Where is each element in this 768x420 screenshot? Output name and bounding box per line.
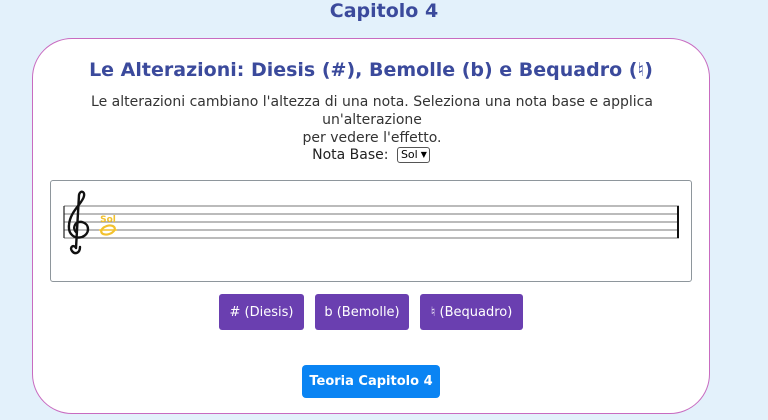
- staff-panel: Sol: [50, 180, 692, 282]
- description: Le alterazioni cambiano l'altezza di una…: [55, 93, 689, 147]
- music-staff: Sol: [63, 190, 679, 255]
- lesson-card: Le Alterazioni: Diesis (#), Bemolle (b) …: [32, 38, 710, 414]
- note-base-label: Nota Base:: [312, 147, 389, 163]
- note-base-row: Nota Base: Sol ▼: [33, 145, 709, 165]
- note-select-value: Sol: [400, 148, 418, 161]
- chevron-down-icon: ▼: [420, 150, 427, 159]
- theory-chapter-button[interactable]: Teoria Capitolo 4: [302, 365, 440, 398]
- note-base-select[interactable]: Sol ▼: [396, 147, 430, 163]
- natural-button[interactable]: ♮ (Bequadro): [420, 294, 523, 330]
- accidental-buttons: # (Diesis) b (Bemolle) ♮ (Bequadro): [33, 294, 709, 330]
- chapter-title: Capitolo 4: [329, 0, 439, 22]
- flat-button[interactable]: b (Bemolle): [315, 294, 409, 330]
- sharp-button[interactable]: # (Diesis): [219, 294, 304, 330]
- description-line-1: Le alterazioni cambiano l'altezza di una…: [91, 94, 653, 128]
- staff-lines: [64, 205, 679, 239]
- note-label: Sol: [100, 215, 116, 225]
- card-title: Le Alterazioni: Diesis (#), Bemolle (b) …: [89, 59, 653, 81]
